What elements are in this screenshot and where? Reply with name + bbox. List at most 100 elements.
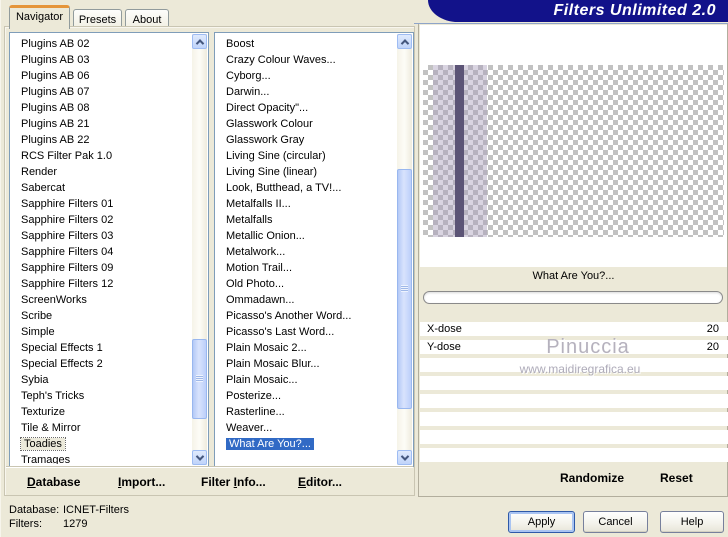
list-item[interactable]: What Are You?... [217,436,397,452]
list-item[interactable]: Plugins AB 22 [12,132,192,148]
list-item[interactable]: Plugins AB 07 [12,84,192,100]
tab-label: Navigator [15,11,64,23]
status-filters-value: 1279 [63,518,88,530]
scroll-up-button[interactable] [397,34,412,49]
transparency-checkerboard [423,65,724,237]
list-item[interactable]: Plugins AB 02 [12,36,192,52]
list-item[interactable]: Plugins AB 21 [12,116,192,132]
scroll-down-button[interactable] [397,450,412,465]
title-banner: Filters Unlimited 2.0 [428,0,728,22]
list-item[interactable]: Sapphire Filters 02 [12,212,192,228]
list-item[interactable]: Weaver... [217,420,397,436]
help-button[interactable]: Help [660,511,724,533]
list-item[interactable]: Metalfalls II... [217,196,397,212]
apply-button[interactable]: Apply [508,511,575,533]
scrollbar-grip-icon [196,375,203,382]
preview-area[interactable] [420,25,727,267]
list-item[interactable]: Cyborg... [217,68,397,84]
list-item[interactable]: Boost [217,36,397,52]
list-item[interactable]: Plugins AB 03 [12,52,192,68]
category-list: Plugins AB 02 Plugins AB 03 Plugins AB 06 P… [12,36,192,464]
scrollbar-grip-icon [401,285,408,292]
scrollbar-thumb[interactable] [397,169,412,409]
parameter-row[interactable]: X-dose 20 [420,322,728,336]
list-item[interactable]: Plain Mosaic 2... [217,340,397,356]
status-filters-label: Filters: [9,518,42,530]
list-item[interactable]: Scribe [12,308,192,324]
list-item[interactable]: Picasso's Another Word... [217,308,397,324]
parameter-row [420,412,728,426]
editor-button-label: ditor... [306,475,343,489]
category-scrollbar[interactable] [192,34,207,465]
list-toolbar: Database Import... Filter Info... Editor… [6,467,413,494]
list-item[interactable]: Motion Trail... [217,260,397,276]
filter-scrollbar[interactable] [397,34,412,465]
filters-unlimited-dialog: Navigator Presets About Filters Unlimite… [0,0,728,537]
import-button-label: mport... [121,475,166,489]
list-item[interactable]: Simple [12,324,192,340]
list-item[interactable]: Glasswork Gray [217,132,397,148]
list-item[interactable]: Plain Mosaic... [217,372,397,388]
list-item[interactable]: Ommadawn... [217,292,397,308]
list-item[interactable]: Crazy Colour Waves... [217,52,397,68]
editor-button-accel: E [298,475,307,489]
navigator-group: Plugins AB 02 Plugins AB 03 Plugins AB 06 P… [4,26,415,496]
cancel-button[interactable]: Cancel [583,511,648,533]
list-item[interactable]: Living Sine (circular) [217,148,397,164]
list-item[interactable]: Plain Mosaic Blur... [217,356,397,372]
list-item[interactable]: Darwin... [217,84,397,100]
filter-info-button-label: nfo... [237,475,266,489]
parameter-row [420,448,728,462]
randomize-button[interactable]: Randomize [560,471,624,485]
list-item[interactable]: Living Sine (linear) [217,164,397,180]
list-item[interactable]: ScreenWorks [12,292,192,308]
randomize-bar: Randomize Reset [420,462,726,495]
scroll-down-button[interactable] [192,450,207,465]
list-item[interactable]: Metallic Onion... [217,228,397,244]
editor-button[interactable]: Editor... [298,475,342,489]
scroll-down-icon [400,451,409,461]
list-item[interactable]: Teph's Tricks [12,388,192,404]
list-item[interactable]: Picasso's Last Word... [217,324,397,340]
list-item[interactable]: Tramages [12,452,192,464]
tab-navigator[interactable]: Navigator [9,5,70,29]
list-item[interactable]: Sapphire Filters 03 [12,228,192,244]
list-item[interactable]: Render [12,164,192,180]
scroll-up-button[interactable] [192,34,207,49]
list-item[interactable]: Posterize... [217,388,397,404]
scrollbar-thumb[interactable] [192,339,207,419]
list-item[interactable]: Look, Butthead, a TV!... [217,180,397,196]
filter-settings-panel: What Are You?... X-dose 20 Y-dose 20 Pin… [418,24,728,497]
import-button[interactable]: Import... [118,475,165,489]
category-listbox[interactable]: Plugins AB 02 Plugins AB 03 Plugins AB 06 P… [9,32,209,467]
list-item[interactable]: Sybia [12,372,192,388]
list-item[interactable]: Texturize [12,404,192,420]
status-database-label: Database: [9,504,60,516]
database-button[interactable]: Database [27,475,80,489]
parameter-value: 20 [706,323,719,335]
list-item[interactable]: Tile & Mirror [12,420,192,436]
list-item[interactable]: Sapphire Filters 12 [12,276,192,292]
list-item[interactable]: Sabercat [12,180,192,196]
list-item[interactable]: Rasterline... [217,404,397,420]
list-item[interactable]: Metalfalls [217,212,397,228]
filter-listbox[interactable]: Boost Crazy Colour Waves... Cyborg... Darwi… [214,32,414,467]
list-item[interactable]: Old Photo... [217,276,397,292]
list-item[interactable]: Glasswork Colour [217,116,397,132]
list-item[interactable]: Plugins AB 08 [12,100,192,116]
list-item[interactable]: Direct Opacity"... [217,100,397,116]
list-item[interactable]: Special Effects 1 [12,340,192,356]
list-item[interactable]: Sapphire Filters 09 [12,260,192,276]
reset-button[interactable]: Reset [660,471,693,485]
tab-label: About [132,14,162,26]
list-item[interactable]: Sapphire Filters 04 [12,244,192,260]
list-item[interactable]: Sapphire Filters 01 [12,196,192,212]
list-item[interactable]: Plugins AB 06 [12,68,192,84]
list-item[interactable]: RCS Filter Pak 1.0 [12,148,192,164]
list-item[interactable]: Special Effects 2 [12,356,192,372]
list-item[interactable]: Metalwork... [217,244,397,260]
database-button-accel: D [27,475,36,489]
list-item[interactable]: Toadies [12,436,192,452]
filter-info-button-pre: Filter [201,475,234,489]
filter-info-button[interactable]: Filter Info... [201,475,266,489]
